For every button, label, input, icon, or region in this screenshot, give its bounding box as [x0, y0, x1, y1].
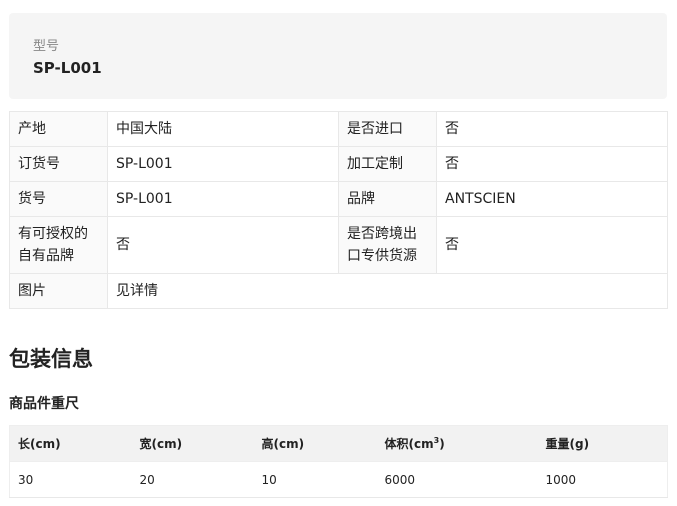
table-row: 30 20 10 6000 1000 — [9, 461, 668, 498]
cell-width: 20 — [131, 461, 254, 498]
attr-value-origin: 中国大陆 — [107, 111, 339, 147]
header-volume: 体积(cm3) — [376, 425, 538, 462]
cell-height: 10 — [253, 461, 377, 498]
header-volume-prefix: 体积(cm — [384, 437, 434, 451]
header-length: 长(cm) — [9, 425, 132, 462]
packaging-header-row: 长(cm) 宽(cm) 高(cm) 体积(cm3) 重量(g) — [9, 425, 668, 462]
header-height: 高(cm) — [253, 425, 377, 462]
header-weight: 重量(g) — [537, 425, 668, 462]
attr-key-import: 是否进口 — [338, 111, 437, 147]
attr-value-item-no: SP-L001 — [107, 181, 339, 217]
model-card: 型号 SP-L001 — [9, 13, 667, 99]
attr-row: 图片 见详情 — [9, 273, 668, 309]
attr-key-order-no: 订货号 — [9, 146, 108, 182]
attr-key-brand: 品牌 — [338, 181, 437, 217]
cell-weight: 1000 — [537, 461, 668, 498]
attr-value-order-no: SP-L001 — [107, 146, 339, 182]
model-value: SP-L001 — [33, 59, 102, 77]
attr-key-own-brand: 有可授权的自有品牌 — [9, 216, 108, 274]
attr-row: 货号 SP-L001 品牌 ANTSCIEN — [9, 181, 668, 217]
packaging-title: 包装信息 — [9, 347, 93, 371]
model-label: 型号 — [33, 39, 60, 54]
attributes-table: 产地 中国大陆 是否进口 否 订货号 SP-L001 加工定制 否 货号 SP-… — [9, 111, 668, 309]
attr-key-custom: 加工定制 — [338, 146, 437, 182]
attr-row: 有可授权的自有品牌 否 是否跨境出口专供货源 否 — [9, 216, 668, 274]
attr-key-image: 图片 — [9, 273, 108, 309]
cell-volume: 6000 — [376, 461, 538, 498]
attr-key-crossborder: 是否跨境出口专供货源 — [338, 216, 437, 274]
header-volume-suffix: ) — [439, 437, 445, 451]
packaging-table: 长(cm) 宽(cm) 高(cm) 体积(cm3) 重量(g) 30 20 10… — [9, 425, 668, 498]
attr-value-image: 见详情 — [107, 273, 668, 309]
cell-length: 30 — [9, 461, 132, 498]
attr-key-item-no: 货号 — [9, 181, 108, 217]
attr-row: 订货号 SP-L001 加工定制 否 — [9, 146, 668, 182]
packaging-subtitle: 商品件重尺 — [9, 396, 79, 412]
attr-value-import: 否 — [436, 111, 668, 147]
attr-value-crossborder: 否 — [436, 216, 668, 274]
attr-row: 产地 中国大陆 是否进口 否 — [9, 111, 668, 147]
attr-key-origin: 产地 — [9, 111, 108, 147]
attr-value-custom: 否 — [436, 146, 668, 182]
header-width: 宽(cm) — [131, 425, 254, 462]
attr-value-brand: ANTSCIEN — [436, 181, 668, 217]
attr-value-own-brand: 否 — [107, 216, 339, 274]
